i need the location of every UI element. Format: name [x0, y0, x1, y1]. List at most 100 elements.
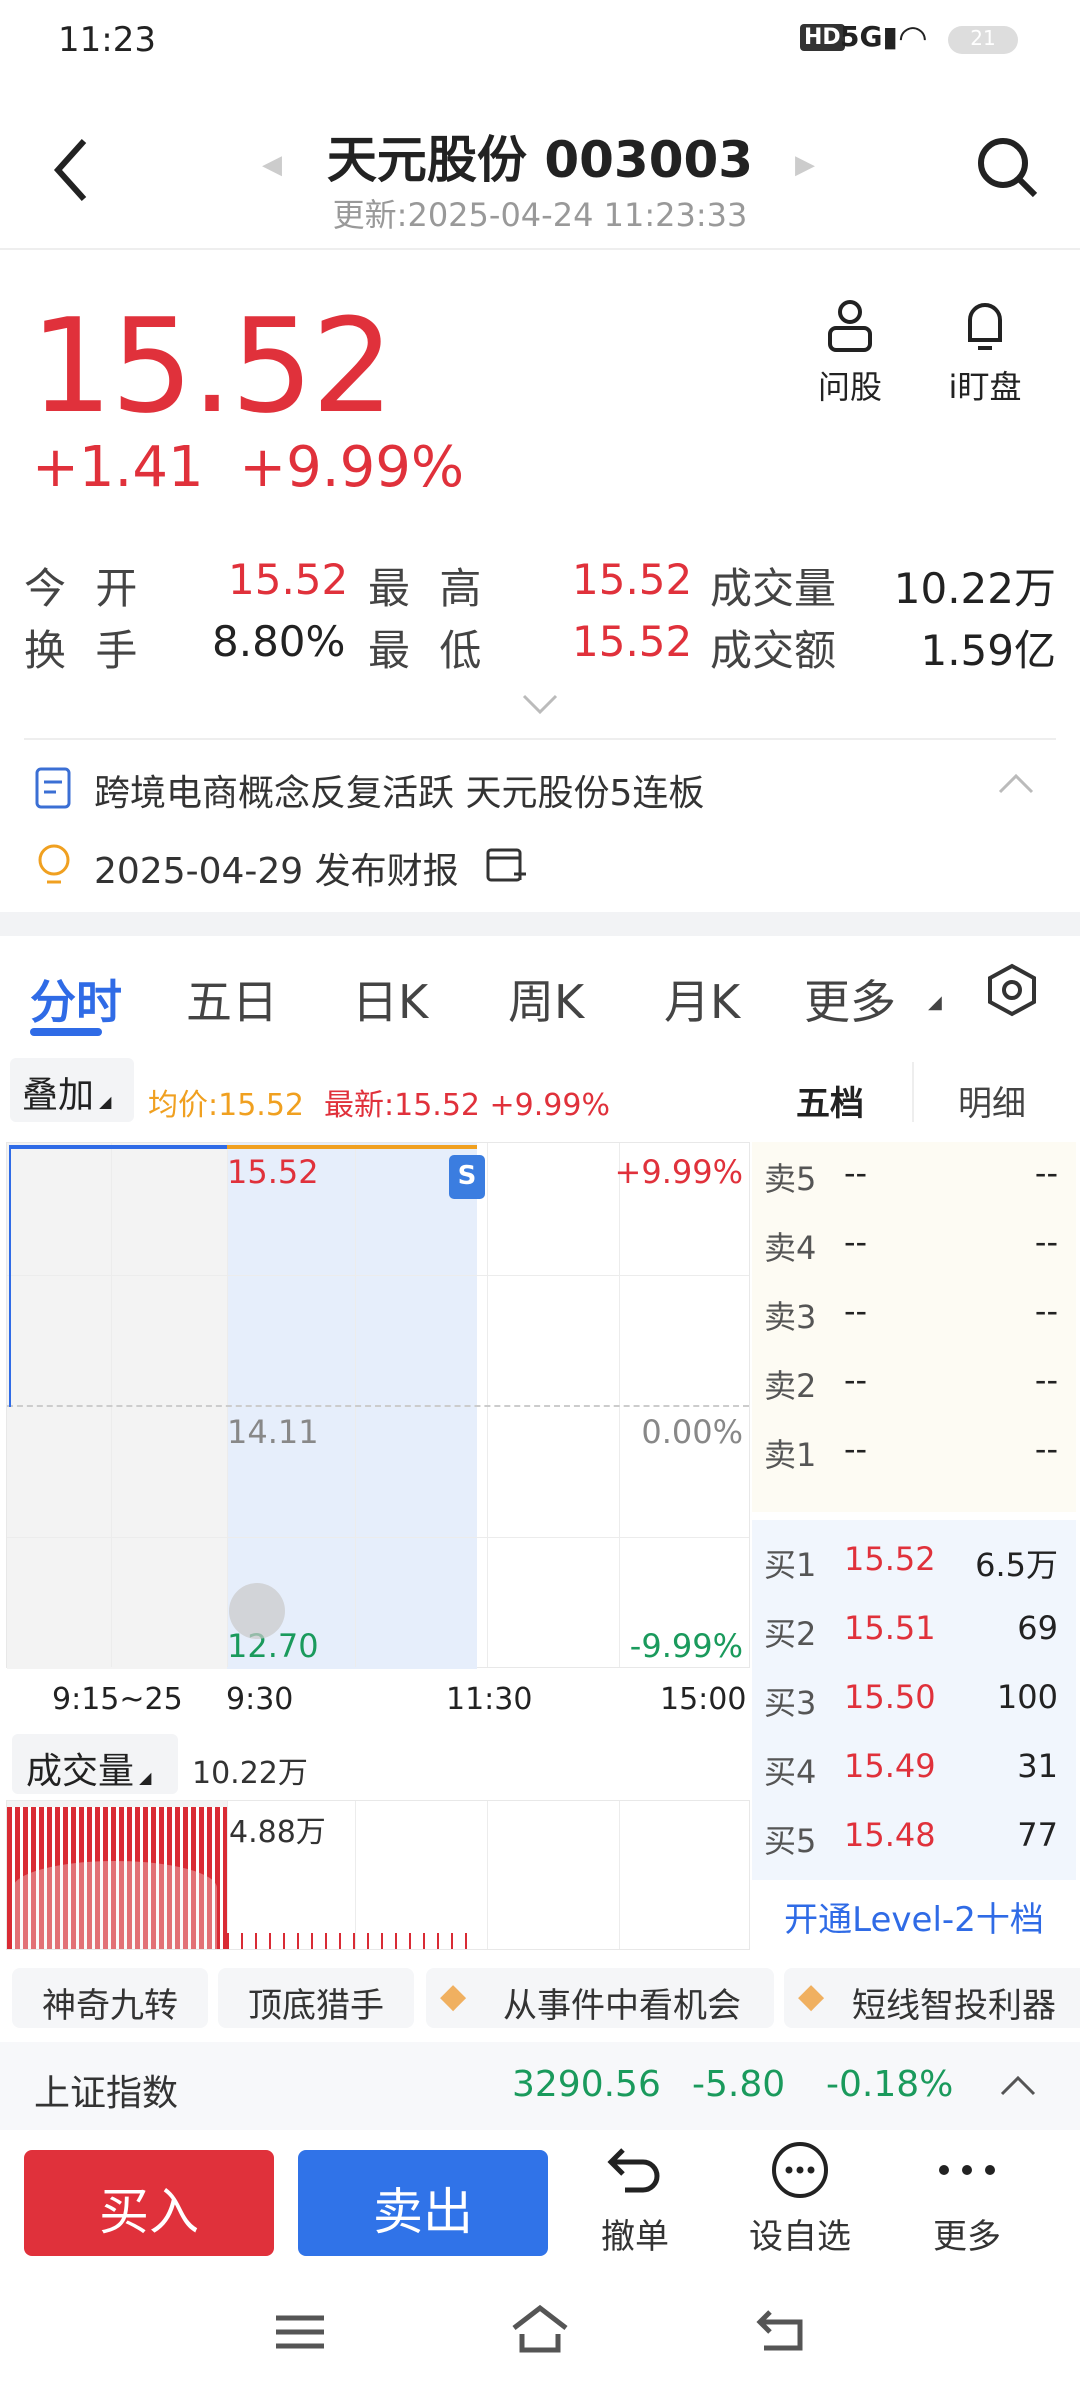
- overlay-caret-icon: ◢: [94, 1092, 112, 1111]
- cancel-order-button[interactable]: 撤单: [580, 2140, 690, 2258]
- ask-stock-label: 问股: [817, 368, 882, 406]
- high-label: 最 高: [368, 564, 490, 613]
- prev-close-line: [7, 1405, 749, 1407]
- order-price: --: [844, 1430, 868, 1468]
- y-top-pct: +9.99%: [614, 1153, 743, 1191]
- search-icon[interactable]: [975, 135, 1041, 201]
- order-level: 卖3: [764, 1298, 817, 1336]
- order-volume: 77: [1017, 1816, 1058, 1854]
- stock-header: ◀ 天元股份 003003 更新:2025-04-24 11:23:33 ▶: [0, 90, 1080, 250]
- update-time: 更新:2025-04-24 11:23:33: [332, 196, 748, 234]
- tab-monthly-k[interactable]: 月K: [664, 966, 740, 1032]
- order-row[interactable]: 买2 15.51 69: [752, 1597, 1072, 1657]
- change-amount: +1.41: [32, 435, 204, 500]
- battery-level: 21: [970, 26, 996, 50]
- event-item[interactable]: 2025-04-29 发布财报: [0, 828, 1080, 908]
- home-icon[interactable]: [510, 2304, 570, 2356]
- order-row[interactable]: 卖2 -- --: [752, 1349, 1072, 1409]
- buy-orders: 买1 15.52 6.5万 买2 15.51 69 买3 15.50 100 买4 15.49…: [752, 1520, 1076, 1880]
- order-row[interactable]: 卖3 -- --: [752, 1280, 1072, 1340]
- tab-more-caret-icon: ◢: [928, 992, 942, 1013]
- order-level: 卖4: [764, 1229, 817, 1267]
- settings-hexagon-icon[interactable]: [984, 962, 1040, 1018]
- tab-five-level[interactable]: 五档: [796, 1076, 864, 1125]
- tab-five-day[interactable]: 五日: [186, 966, 278, 1032]
- volume-indicator-button[interactable]: 成交量 ◢: [12, 1734, 178, 1794]
- order-volume: 31: [1017, 1747, 1058, 1785]
- volume-label: 成交量: [710, 564, 837, 613]
- order-row[interactable]: 买3 15.50 100: [752, 1666, 1072, 1726]
- expand-up-chevron-icon[interactable]: [998, 2074, 1038, 2098]
- tag-short-term-tool[interactable]: ◆ 短线智投利器: [784, 1968, 1080, 2028]
- amount-label: 成交额: [710, 626, 837, 675]
- auction-volume-curve: [13, 1861, 217, 1949]
- menu-icon[interactable]: [274, 2312, 326, 2352]
- hd-icon: HD: [800, 24, 845, 51]
- collapse-chevron-icon[interactable]: [996, 772, 1036, 796]
- bell-icon: [968, 303, 1002, 350]
- next-stock-icon[interactable]: ▶: [795, 150, 815, 180]
- grid-line-v: [355, 1801, 356, 1949]
- order-level: 买4: [764, 1753, 817, 1791]
- last-price: 15.52: [30, 290, 394, 442]
- overlay-button[interactable]: 叠加 ◢: [10, 1058, 134, 1122]
- divider: [24, 738, 1056, 740]
- order-row[interactable]: 卖5 -- --: [752, 1142, 1072, 1202]
- order-price: 15.51: [844, 1609, 936, 1647]
- grid-line-v: [487, 1801, 488, 1949]
- order-level: 买2: [764, 1615, 817, 1653]
- sell-button[interactable]: 卖出: [298, 2150, 548, 2256]
- average-price: 均价:15.52: [148, 1088, 304, 1123]
- add-watchlist-button[interactable]: 设自选: [740, 2140, 860, 2258]
- more-dots-icon: [939, 2165, 995, 2175]
- circle-dots-icon: [772, 2142, 828, 2198]
- volume-max-label: 4.88万: [229, 1815, 326, 1850]
- tag-label: 从事件中看机会: [503, 1986, 741, 2026]
- index-ticker[interactable]: 上证指数 3290.56 -5.80 -0.18%: [0, 2042, 1080, 2130]
- y-top-price: 15.52: [227, 1153, 319, 1191]
- low-label: 最 低: [368, 626, 490, 675]
- tag-top-bottom-hunter[interactable]: 顶底猎手: [218, 1968, 414, 2028]
- y-mid-pct: 0.00%: [641, 1413, 743, 1451]
- change-percent: +9.99%: [239, 435, 465, 500]
- signal-s-badge[interactable]: S: [449, 1155, 485, 1199]
- order-volume: --: [1034, 1430, 1058, 1468]
- section-separator: [0, 912, 1080, 936]
- turnover-label: 换 手: [24, 626, 146, 675]
- turnover-value: 8.80%: [212, 617, 346, 666]
- order-row[interactable]: 卖4 -- --: [752, 1211, 1072, 1271]
- order-volume: 69: [1017, 1609, 1058, 1647]
- quote-row-2: 换 手 8.80% 最 低 15.52 成交额 1.59亿: [0, 617, 1080, 677]
- tab-weekly-k[interactable]: 周K: [508, 966, 584, 1032]
- order-level: 买3: [764, 1684, 817, 1722]
- tab-detail[interactable]: 明细: [958, 1076, 1026, 1125]
- event-text: 2025-04-29 发布财报: [94, 851, 459, 892]
- order-volume: 6.5万: [975, 1546, 1058, 1584]
- order-row[interactable]: 买5 15.48 77: [752, 1804, 1072, 1864]
- tag-event-opportunity[interactable]: ◆ 从事件中看机会: [426, 1968, 774, 2028]
- tab-daily-k[interactable]: 日K: [352, 966, 428, 1032]
- tag-nine-turns[interactable]: 神奇九转: [12, 1968, 208, 2028]
- watch-button[interactable]: i盯盘: [935, 298, 1035, 408]
- volume-caret-icon: ◢: [134, 1768, 152, 1787]
- order-row[interactable]: 卖1 -- --: [752, 1418, 1072, 1478]
- calendar-add-icon[interactable]: [484, 842, 528, 886]
- intraday-chart[interactable]: 15.52 +9.99% 14.11 0.00% 12.70 -9.99% S: [6, 1142, 750, 1669]
- order-price: --: [844, 1223, 868, 1261]
- buy-button[interactable]: 买入: [24, 2150, 274, 2256]
- ask-stock-button[interactable]: 问股: [800, 298, 900, 408]
- order-row[interactable]: 买1 15.52 6.5万: [752, 1528, 1072, 1588]
- order-row[interactable]: 买4 15.49 31: [752, 1735, 1072, 1795]
- more-button[interactable]: 更多: [912, 2140, 1022, 2258]
- tab-more[interactable]: 更多: [804, 966, 896, 1032]
- floating-logo-icon[interactable]: [229, 1583, 285, 1639]
- volume-value: 10.22万: [893, 564, 1056, 613]
- level2-upgrade-link[interactable]: 开通Level-2十档: [752, 1884, 1076, 1944]
- volume-chart[interactable]: 4.88万: [6, 1800, 750, 1950]
- tab-intraday[interactable]: 分时: [30, 966, 122, 1032]
- order-price: --: [844, 1154, 868, 1192]
- news-item[interactable]: 跨境电商概念反复活跃 天元股份5连板: [0, 750, 1080, 830]
- volume-total: 10.22万: [192, 1756, 308, 1791]
- expand-chevron-icon[interactable]: [520, 692, 560, 716]
- back-nav-icon[interactable]: [756, 2306, 806, 2354]
